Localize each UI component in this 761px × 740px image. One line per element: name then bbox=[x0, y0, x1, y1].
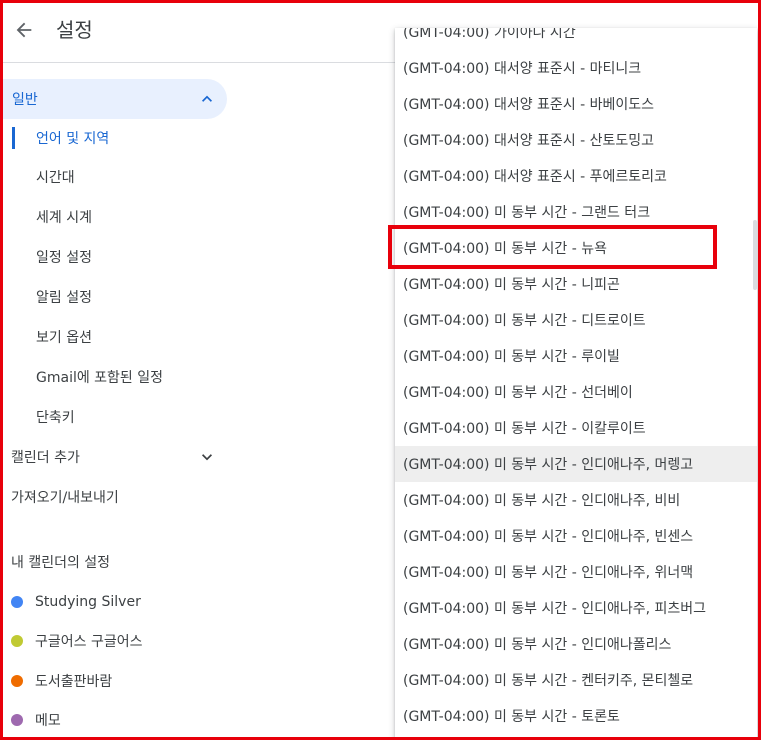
timezone-option[interactable]: (GMT-04:00) 미 동부 시간 - 이칼루이트 bbox=[395, 410, 757, 446]
timezone-option[interactable]: (GMT-04:00) 미 동부 시간 - 켄터키주, 몬티첼로 bbox=[395, 662, 757, 698]
sidebar-item-label: 보기 옵션 bbox=[36, 330, 92, 346]
sidebar-item-import-export[interactable]: 가져오기/내보내기 bbox=[3, 479, 223, 515]
calendar-item-memo[interactable]: 메모 bbox=[3, 702, 223, 738]
chevron-down-icon bbox=[202, 454, 212, 461]
timezone-option[interactable]: (GMT-04:00) 대서양 표준시 - 산토도밍고 bbox=[395, 122, 757, 158]
timezone-option[interactable]: (GMT-04:00) 대서양 표준시 - 푸에르토리코 bbox=[395, 158, 757, 194]
timezone-option[interactable]: (GMT-04:00) 대서양 표준시 - 마티니크 bbox=[395, 50, 757, 86]
sidebar-item-label: 세계 시계 bbox=[36, 210, 92, 226]
timezone-option[interactable]: (GMT-04:00) 미 동부 시간 - 니피곤 bbox=[395, 266, 757, 302]
timezone-option-new-york[interactable]: (GMT-04:00) 미 동부 시간 - 뉴욕 bbox=[395, 230, 757, 266]
sidebar-item-language-region[interactable]: 언어 및 지역 bbox=[12, 127, 215, 149]
timezone-option[interactable]: (GMT-04:00) 미 동부 시간 - 루이빌 bbox=[395, 338, 757, 374]
sidebar-item-event-settings[interactable]: 일정 설정 bbox=[12, 239, 212, 275]
timezone-option-list: (GMT-04:00) 가이아나 시간 (GMT-04:00) 대서양 표준시 … bbox=[395, 28, 757, 734]
timezone-option[interactable]: (GMT-04:00) 미 동부 시간 - 디트로이트 bbox=[395, 302, 757, 338]
dropdown-scrollbar[interactable] bbox=[753, 220, 757, 290]
timezone-option[interactable]: (GMT-04:00) 미 동부 시간 - 인디애나주, 위너맥 bbox=[395, 554, 757, 590]
sidebar-item-gmail-events[interactable]: Gmail에 포함된 일정 bbox=[12, 359, 212, 395]
timezone-option[interactable]: (GMT-04:00) 미 동부 시간 - 인디애나폴리스 bbox=[395, 626, 757, 662]
sidebar-item-timezone[interactable]: 시간대 bbox=[12, 159, 212, 195]
calendar-color-dot bbox=[11, 714, 23, 726]
sidebar-group-general[interactable]: 일반 bbox=[3, 79, 227, 119]
sidebar-item-label: 캘린더 추가 bbox=[11, 450, 80, 466]
calendar-item-publisher[interactable]: 도서출판바람 bbox=[3, 663, 223, 699]
timezone-option[interactable]: (GMT-04:00) 미 동부 시간 - 인디애나주, 빈센스 bbox=[395, 518, 757, 554]
timezone-option[interactable]: (GMT-04:00) 미 동부 시간 - 토론토 bbox=[395, 698, 757, 734]
sidebar-group-label: 일반 bbox=[12, 92, 38, 108]
sidebar-item-notification-settings[interactable]: 알림 설정 bbox=[12, 279, 212, 315]
calendar-item-google-earth[interactable]: 구글어스 구글어스 bbox=[3, 623, 223, 659]
sidebar-item-shortcuts[interactable]: 단축키 bbox=[12, 399, 212, 435]
sidebar-item-label: 단축키 bbox=[36, 410, 75, 426]
calendar-item-label: Studying Silver bbox=[35, 594, 141, 610]
sidebar-item-label: 일정 설정 bbox=[36, 250, 92, 266]
my-calendars-heading: 내 캘린더의 설정 bbox=[11, 555, 111, 571]
sidebar-item-view-options[interactable]: 보기 옵션 bbox=[12, 319, 212, 355]
calendar-item-studying-silver[interactable]: Studying Silver bbox=[3, 584, 223, 620]
calendar-color-dot bbox=[11, 675, 23, 687]
timezone-option[interactable]: (GMT-04:00) 대서양 표준시 - 바베이도스 bbox=[395, 86, 757, 122]
settings-sidebar: 일반 언어 및 지역 시간대 세계 시계 일정 설정 알림 설정 보기 옵션 G… bbox=[0, 0, 240, 740]
chevron-up-icon bbox=[202, 95, 212, 102]
sidebar-item-label: 시간대 bbox=[36, 170, 75, 186]
sidebar-item-label: 알림 설정 bbox=[36, 290, 92, 306]
calendar-color-dot bbox=[11, 596, 23, 608]
sidebar-item-label: Gmail에 포함된 일정 bbox=[36, 370, 164, 386]
timezone-option[interactable]: (GMT-04:00) 가이아나 시간 bbox=[395, 28, 757, 50]
sidebar-item-add-calendar[interactable]: 캘린더 추가 bbox=[3, 439, 223, 475]
timezone-option[interactable]: (GMT-04:00) 미 동부 시간 - 인디애나주, 비비 bbox=[395, 482, 757, 518]
sidebar-item-label: 가져오기/내보내기 bbox=[11, 490, 119, 506]
sidebar-item-label: 언어 및 지역 bbox=[36, 131, 110, 147]
timezone-option[interactable]: (GMT-04:00) 미 동부 시간 - 인디애나주, 머렝고 bbox=[395, 446, 757, 482]
calendar-item-label: 구글어스 구글어스 bbox=[35, 634, 143, 650]
timezone-option[interactable]: (GMT-04:00) 미 동부 시간 - 인디애나주, 피츠버그 bbox=[395, 590, 757, 626]
sidebar-item-world-clock[interactable]: 세계 시계 bbox=[12, 199, 212, 235]
timezone-dropdown[interactable]: (GMT-04:00) 가이아나 시간 (GMT-04:00) 대서양 표준시 … bbox=[395, 28, 757, 740]
calendar-item-label: 도서출판바람 bbox=[35, 674, 113, 690]
timezone-option[interactable]: (GMT-04:00) 미 동부 시간 - 그랜드 터크 bbox=[395, 194, 757, 230]
calendar-item-label: 메모 bbox=[35, 713, 61, 729]
calendar-color-dot bbox=[11, 635, 23, 647]
timezone-option[interactable]: (GMT-04:00) 미 동부 시간 - 선더베이 bbox=[395, 374, 757, 410]
